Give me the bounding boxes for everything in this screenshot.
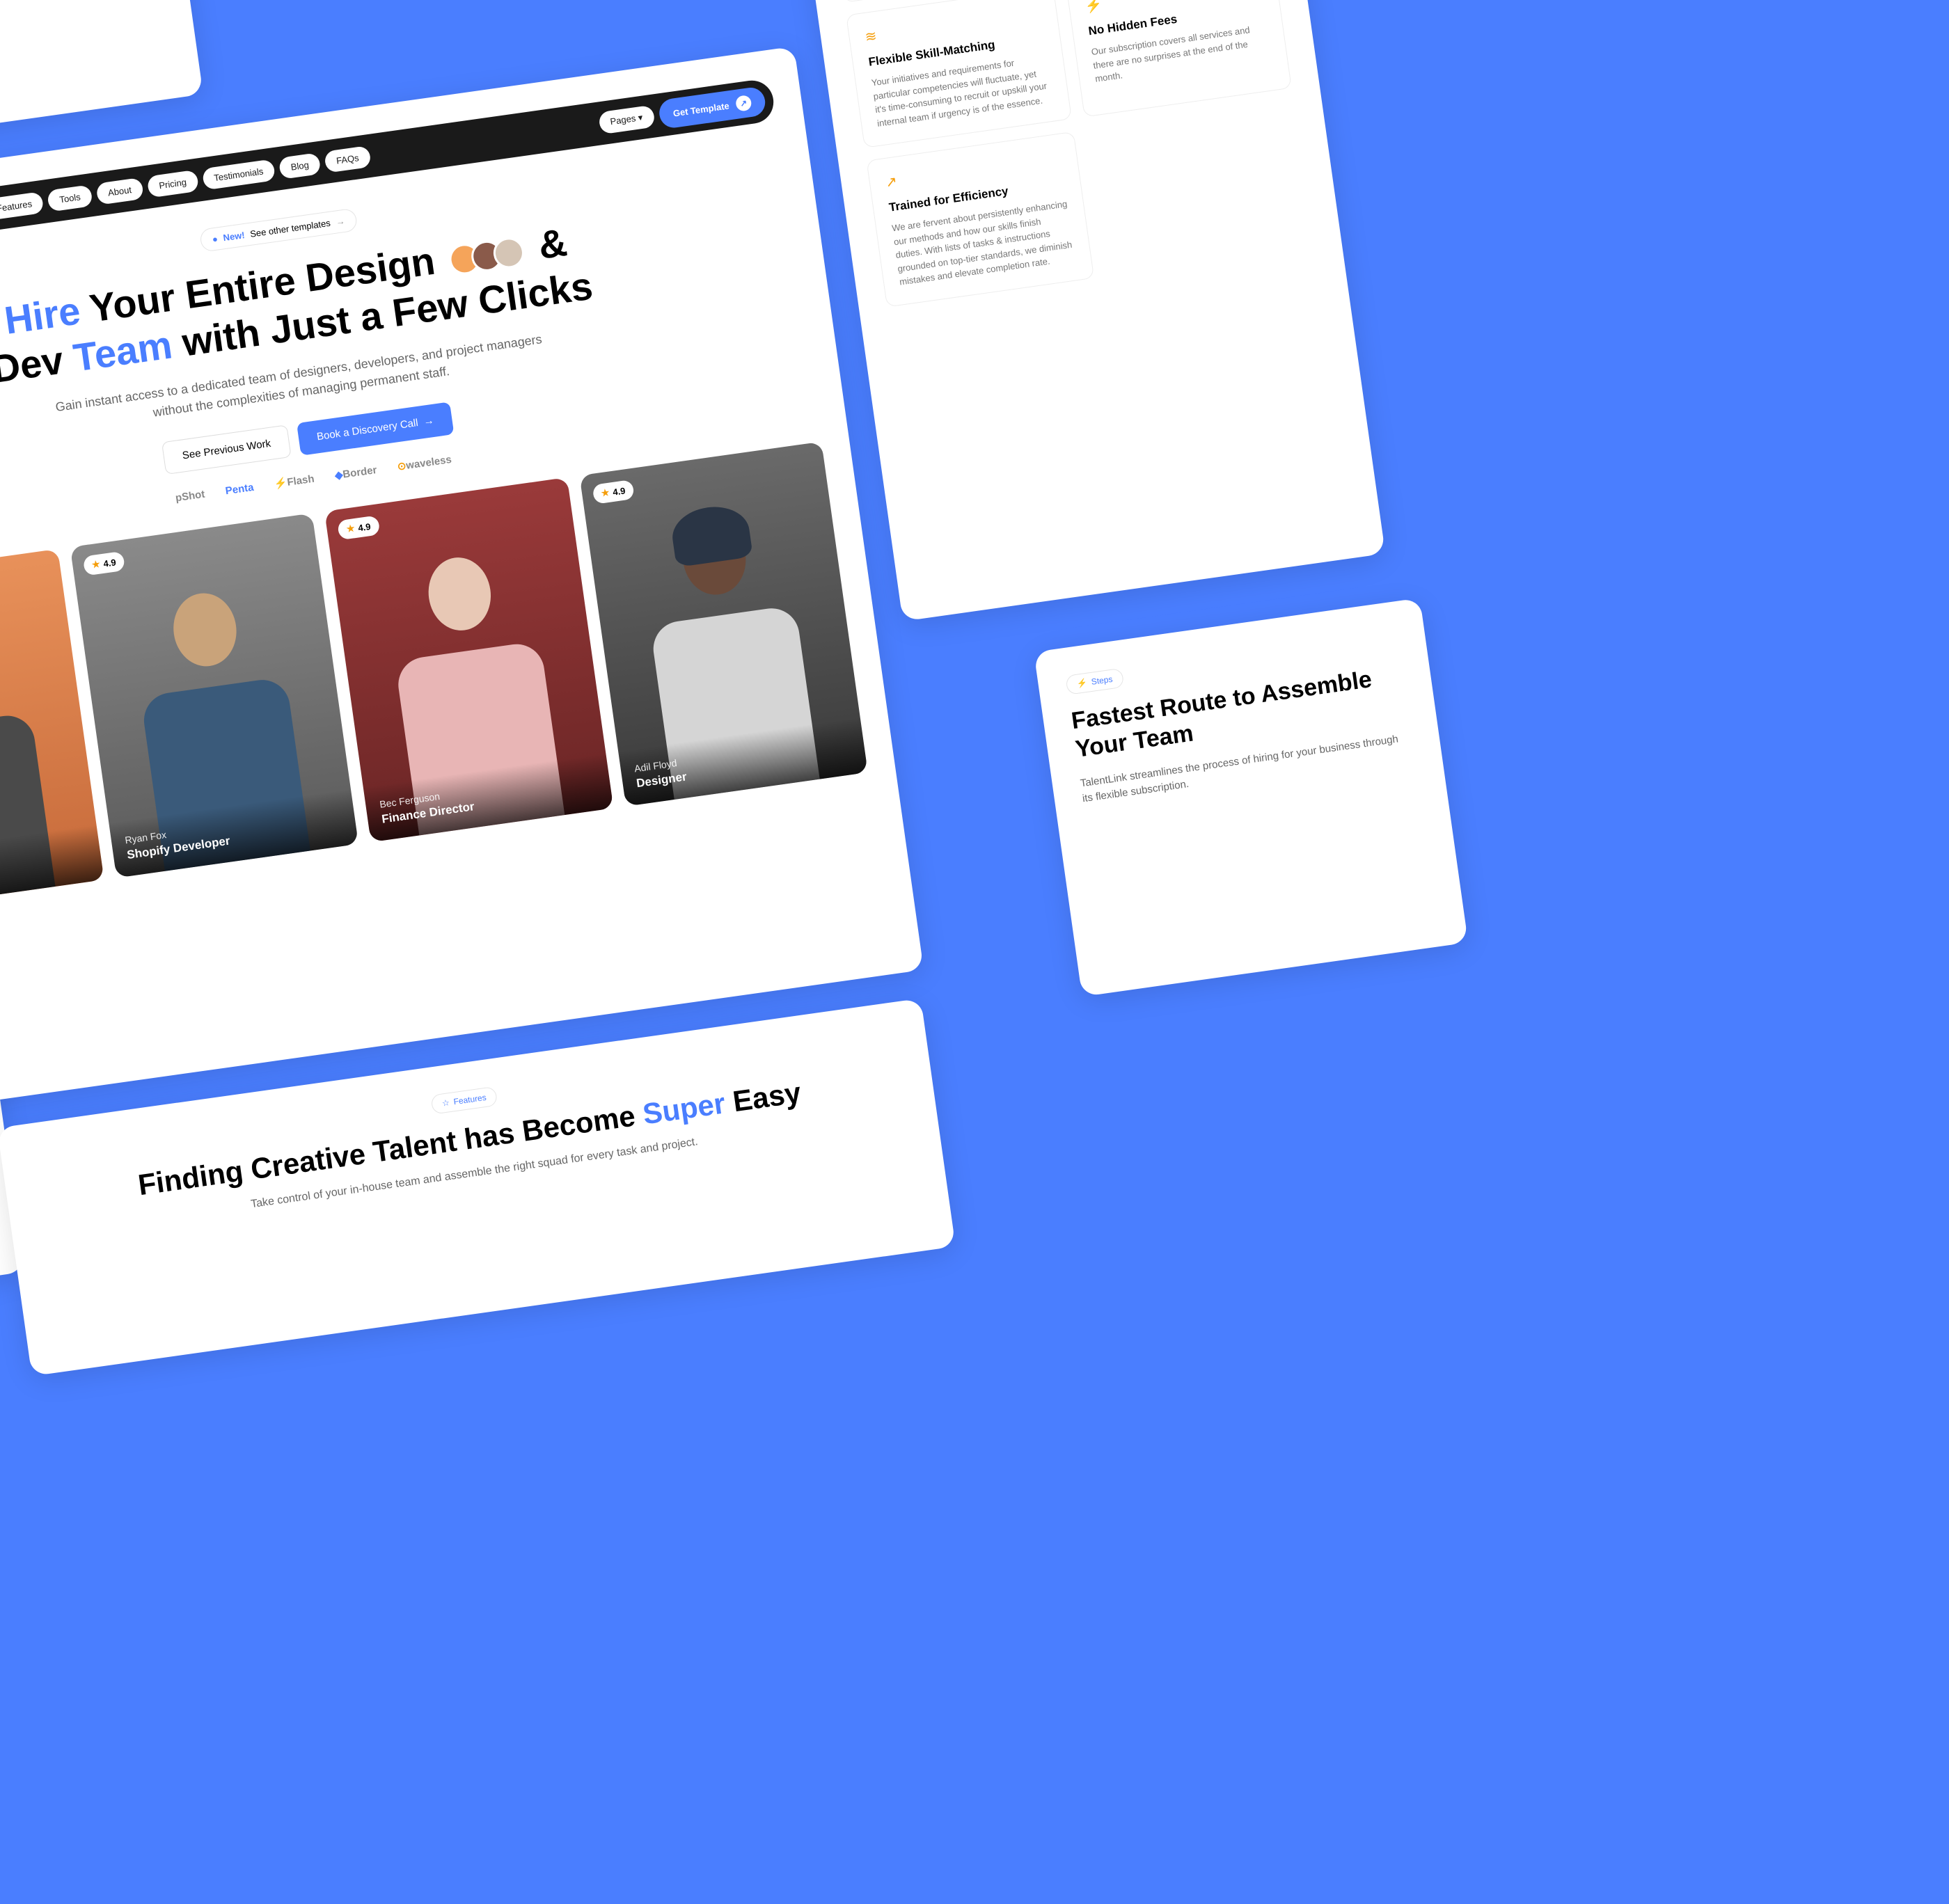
rating-badge: 4.9 bbox=[82, 551, 125, 576]
dot-icon: ● bbox=[212, 234, 219, 245]
nav-link[interactable]: Testimonials bbox=[201, 159, 276, 190]
talent-cards: 4.9 Isla AndersonMarketing 4.9 Ryan FoxS… bbox=[0, 442, 868, 914]
get-template-cta[interactable]: Get Template ↗ bbox=[657, 86, 767, 129]
arrow-icon: ↗ bbox=[735, 95, 752, 112]
talent-card[interactable]: 4.9 Bec FergusonFinance Director bbox=[324, 477, 613, 842]
nav-link[interactable]: Pricing bbox=[146, 169, 198, 198]
client-logo: ⊙waveless bbox=[397, 453, 452, 473]
star-icon: ☆ bbox=[441, 1097, 450, 1108]
benefits-panel: ⓘAbout What You Get From TalentLink ⛶ Sc… bbox=[779, 0, 1385, 621]
book-call-button[interactable]: Book a Discovery Call → bbox=[297, 402, 454, 456]
features-heading: Finding Creative Talent has Become Super… bbox=[33, 1061, 906, 1216]
benefit-card: ≋ Flexible Skill-Matching Your initiativ… bbox=[846, 0, 1072, 148]
talent-card[interactable]: 4.9 Adil FloydDesigner bbox=[579, 442, 868, 807]
new-badge-link[interactable]: ● New! See other templates → bbox=[199, 208, 358, 253]
section-pill: ☆Features bbox=[430, 1086, 498, 1115]
benefit-card: ⚡ No Hidden Fees Our subscription covers… bbox=[1066, 0, 1292, 117]
nav-link[interactable]: Blog bbox=[278, 152, 322, 180]
pages-dropdown[interactable]: Pages ▾ bbox=[598, 105, 656, 135]
steps-panel: ⚡Steps Fastest Route to Assemble Your Te… bbox=[1034, 598, 1468, 997]
nav-link[interactable]: Features bbox=[0, 191, 45, 221]
talent-card[interactable]: 4.9 Ryan FoxShopify Developer bbox=[70, 514, 358, 878]
nav-link[interactable]: Tools bbox=[47, 184, 93, 212]
section-pill: ⚡Steps bbox=[1065, 668, 1124, 695]
client-logo: ◆Border bbox=[334, 463, 378, 482]
arrow-right-icon: → bbox=[423, 415, 434, 428]
hero-panel: ✈ support@talentlink.com ✱ TalentLink St… bbox=[0, 47, 924, 1119]
benefit-body: We are fervent about persistently enhanc… bbox=[891, 197, 1076, 289]
client-logo: ⚡Flash bbox=[274, 473, 315, 491]
lightning-icon: ⚡ bbox=[1076, 678, 1088, 689]
nav-link[interactable]: FAQs bbox=[324, 145, 371, 173]
client-logo: Penta bbox=[225, 482, 255, 498]
nav-link[interactable]: About bbox=[95, 177, 144, 205]
benefit-card: ↗ Trained for Efficiency We are fervent … bbox=[866, 132, 1094, 307]
client-logo: pShot bbox=[175, 489, 205, 505]
rating-badge: 4.9 bbox=[592, 479, 635, 505]
rating-badge: 4.9 bbox=[337, 516, 380, 541]
see-work-button[interactable]: See Previous Work bbox=[161, 425, 292, 475]
chevron-down-icon: ▾ bbox=[638, 112, 644, 123]
arrow-right-icon: → bbox=[335, 216, 345, 228]
avatar-stack bbox=[448, 236, 526, 277]
